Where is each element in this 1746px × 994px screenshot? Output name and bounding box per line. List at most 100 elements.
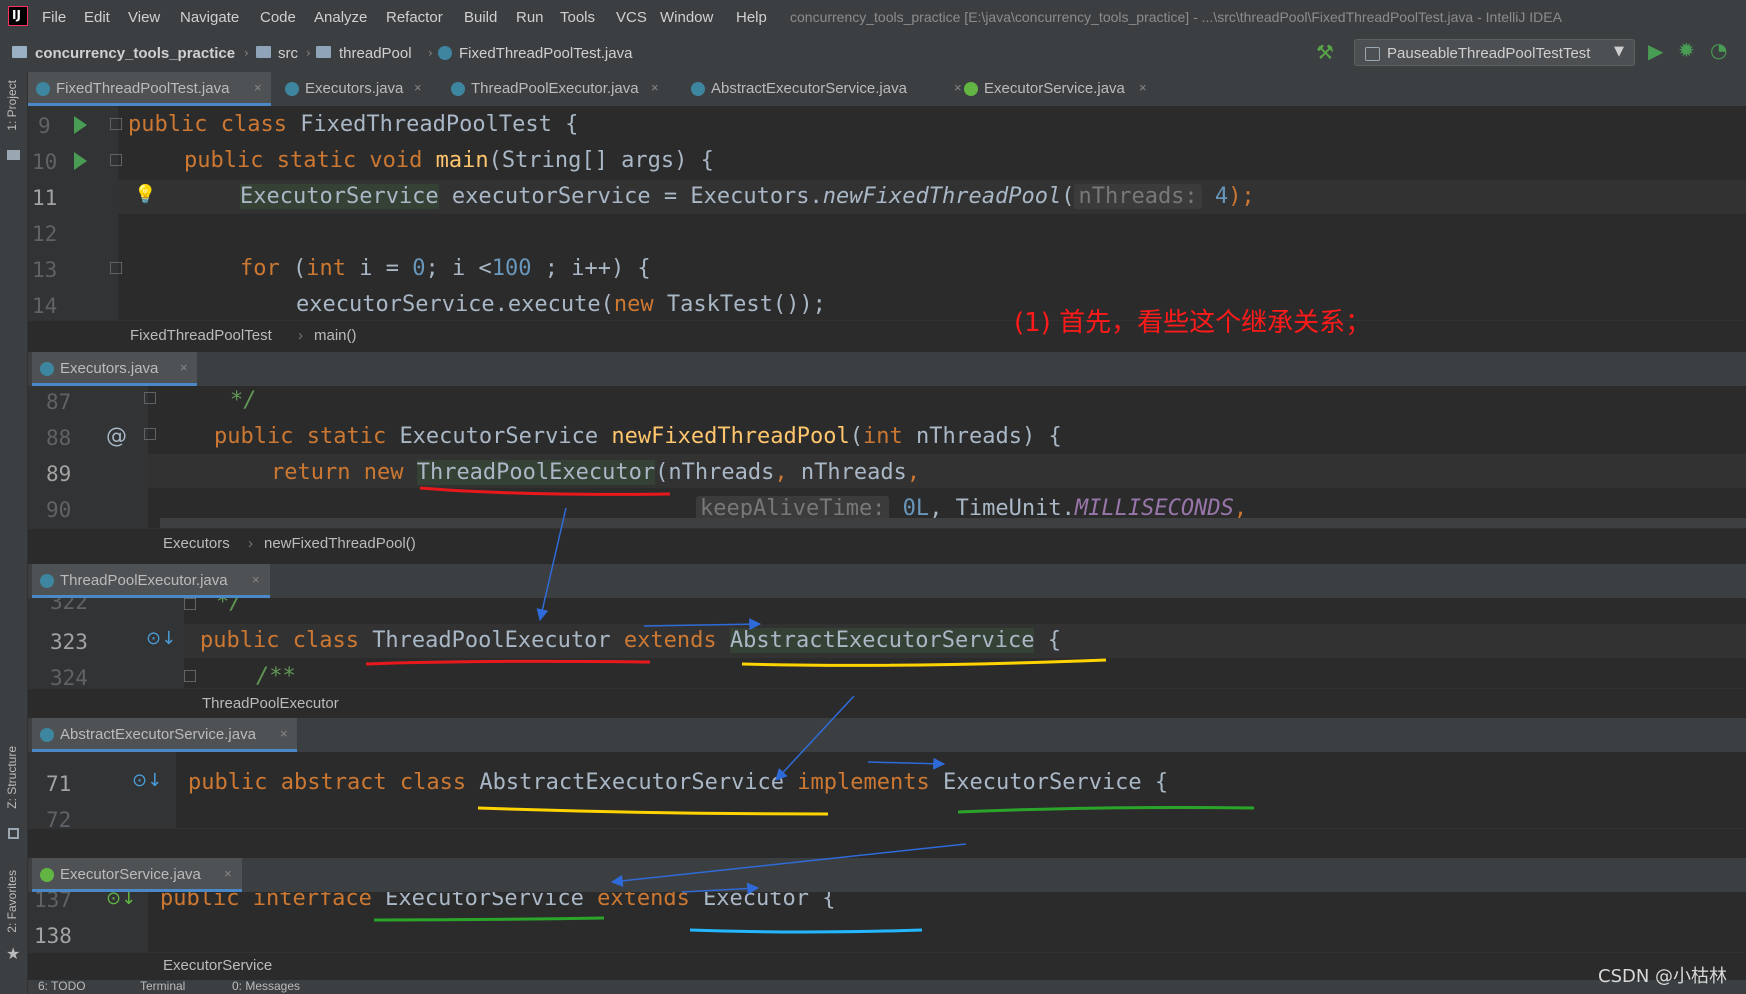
- override-at-icon[interactable]: @: [106, 424, 127, 448]
- code-line-14: executorService.execute(new TaskTest());: [296, 292, 826, 317]
- tab-executorservice[interactable]: ExecutorService.java ×: [956, 72, 1156, 106]
- breadcrumb-bar: Executors › newFixedThreadPool(): [28, 528, 1746, 563]
- gutter: [28, 106, 118, 320]
- run-configuration-select[interactable]: PauseableThreadPoolTestTest ▼: [1354, 39, 1635, 66]
- tab-executors[interactable]: Executors.java ×: [32, 352, 197, 386]
- chevron-right-icon: ›: [244, 46, 249, 60]
- fold-icon[interactable]: [110, 154, 122, 166]
- breadcrumb-threadpool[interactable]: threadPool: [339, 45, 412, 62]
- coverage-icon[interactable]: ◔: [1710, 38, 1727, 62]
- breadcrumb-project[interactable]: concurrency_tools_practice: [35, 45, 235, 62]
- breadcrumb-file[interactable]: FixedThreadPoolTest.java: [459, 45, 632, 62]
- menu-tools[interactable]: Tools: [560, 9, 595, 26]
- line-number: 13: [32, 258, 58, 282]
- menu-view[interactable]: View: [128, 9, 160, 26]
- fold-icon[interactable]: [144, 392, 156, 404]
- line-number: 322: [50, 598, 88, 614]
- tab-executorservice[interactable]: ExecutorService.java ×: [32, 858, 242, 892]
- param-hint: nThreads:: [1074, 184, 1202, 209]
- horizontal-scrollbar[interactable]: [160, 518, 1746, 528]
- menu-analyze[interactable]: Analyze: [314, 9, 367, 26]
- run-gutter-icon[interactable]: [74, 152, 87, 170]
- menu-code[interactable]: Code: [260, 9, 296, 26]
- project-folder-icon: [7, 150, 20, 160]
- todo-tool-tab[interactable]: 6: TODO: [38, 979, 86, 993]
- tab-threadpoolexecutor[interactable]: ThreadPoolExecutor.java ×: [443, 72, 668, 106]
- chevron-right-icon: ›: [298, 327, 303, 344]
- run-config-label: PauseableThreadPoolTestTest: [1387, 45, 1591, 62]
- close-icon[interactable]: ×: [180, 360, 188, 375]
- menu-run[interactable]: Run: [516, 9, 544, 26]
- breadcrumb-bar: FixedThreadPoolTest › main(): [28, 320, 1746, 351]
- line-number: 138: [34, 924, 72, 948]
- breadcrumb-class[interactable]: ExecutorService: [163, 957, 272, 974]
- terminal-tool-tab[interactable]: Terminal: [140, 979, 185, 993]
- editor-pane-fixedthreadpooltest: 9 10 11 12 13 14 💡 public class FixedThr…: [28, 106, 1746, 320]
- implemented-interface-icon[interactable]: ⊙↓: [106, 892, 136, 909]
- implemented-method-icon[interactable]: ⊙↓: [146, 628, 176, 649]
- tab-label: ExecutorService.java: [60, 866, 201, 883]
- line-number: 11: [32, 186, 58, 210]
- breadcrumb-src[interactable]: src: [278, 45, 298, 62]
- menu-edit[interactable]: Edit: [84, 9, 110, 26]
- fold-icon[interactable]: [110, 118, 122, 130]
- close-icon[interactable]: ×: [224, 866, 232, 881]
- menu-vcs[interactable]: VCS: [616, 9, 647, 26]
- java-class-icon: [40, 362, 54, 376]
- tab-executors[interactable]: Executors.java ×: [277, 72, 432, 106]
- build-hammer-icon[interactable]: ⚒: [1316, 40, 1334, 64]
- star-icon: ★: [6, 944, 21, 963]
- run-gutter-icon[interactable]: [74, 116, 87, 134]
- breadcrumb-class[interactable]: ThreadPoolExecutor: [202, 695, 339, 712]
- close-icon[interactable]: ×: [254, 80, 262, 95]
- lightbulb-icon[interactable]: 💡: [134, 184, 156, 205]
- implemented-method-icon[interactable]: ⊙↓: [132, 770, 162, 791]
- close-icon[interactable]: ×: [651, 80, 659, 95]
- intellij-logo-icon: IJ: [8, 6, 28, 26]
- code-line-87: */: [230, 388, 257, 413]
- structure-tool-tab[interactable]: Z: Structure: [5, 746, 19, 809]
- java-interface-icon: [964, 82, 978, 96]
- debug-bug-icon[interactable]: ✹: [1678, 38, 1695, 62]
- run-icon[interactable]: ▶: [1648, 39, 1663, 63]
- line-number: 71: [46, 772, 72, 796]
- bottom-tool-bar: 6: TODO Terminal 0: Messages: [28, 979, 1746, 994]
- java-class-icon: [36, 82, 50, 96]
- breadcrumb-method[interactable]: newFixedThreadPool(): [264, 535, 416, 552]
- close-icon[interactable]: ×: [252, 572, 260, 587]
- line-number: 323: [50, 630, 88, 654]
- breadcrumb-class[interactable]: Executors: [163, 535, 230, 552]
- favorites-tool-tab[interactable]: 2: Favorites: [5, 870, 19, 933]
- line-number: 9: [38, 114, 51, 138]
- close-icon[interactable]: ×: [1139, 80, 1147, 95]
- menu-build[interactable]: Build: [464, 9, 497, 26]
- watermark: CSDN @小枯林: [1598, 966, 1728, 987]
- menu-refactor[interactable]: Refactor: [386, 9, 443, 26]
- project-tool-tab[interactable]: 1: Project: [5, 80, 19, 131]
- tab-threadpoolexecutor[interactable]: ThreadPoolExecutor.java ×: [32, 564, 270, 598]
- close-icon[interactable]: ×: [280, 726, 288, 741]
- editor-tab-bar-executors: Executors.java ×: [28, 352, 1746, 386]
- tab-abstractexecutorservice[interactable]: AbstractExecutorService.java ×: [32, 718, 297, 752]
- fold-icon[interactable]: [184, 670, 196, 682]
- fold-icon[interactable]: [144, 428, 156, 440]
- messages-tool-tab[interactable]: 0: Messages: [232, 979, 300, 993]
- tab-fixedthreadpooltest[interactable]: FixedThreadPoolTest.java ×: [28, 72, 271, 106]
- java-interface-icon: [40, 868, 54, 882]
- breadcrumb-method[interactable]: main(): [314, 327, 357, 344]
- menu-help[interactable]: Help: [736, 9, 767, 26]
- fold-icon[interactable]: [110, 262, 122, 274]
- close-icon[interactable]: ×: [414, 80, 422, 95]
- java-class-icon: [451, 82, 465, 96]
- menu-navigate[interactable]: Navigate: [180, 9, 239, 26]
- fold-icon[interactable]: [184, 598, 196, 610]
- breadcrumb-class[interactable]: FixedThreadPoolTest: [130, 327, 272, 344]
- code-line-9: public class FixedThreadPoolTest {: [128, 112, 579, 137]
- tab-abstractexecutorservice[interactable]: AbstractExecutorService.java ×: [683, 72, 970, 106]
- package-icon: [316, 46, 331, 58]
- menu-window[interactable]: Window: [660, 9, 713, 26]
- line-number: 14: [32, 294, 58, 318]
- project-folder-icon: [12, 46, 27, 58]
- tab-label: ThreadPoolExecutor.java: [471, 80, 639, 97]
- menu-file[interactable]: File: [42, 9, 66, 26]
